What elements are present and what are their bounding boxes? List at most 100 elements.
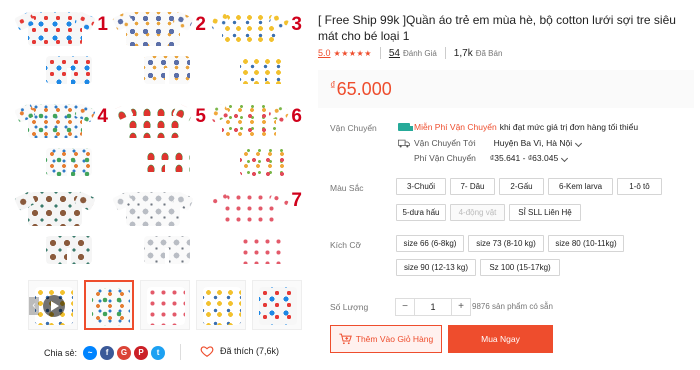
- color-option-dau[interactable]: 7- Dâu: [450, 178, 495, 195]
- rating-value[interactable]: 5.0: [318, 48, 331, 58]
- product-shirt: [126, 192, 180, 226]
- currency-symbol: ₫: [330, 80, 336, 92]
- quantity-label: Số Lượng: [330, 302, 369, 312]
- gallery-item-2: 2: [114, 4, 210, 92]
- ship-to-label: Vận Chuyển Tới: [414, 138, 476, 148]
- color-label: Màu Sắc: [330, 183, 364, 193]
- shipping-label: Vận Chuyển: [330, 123, 377, 133]
- gallery-item-4: 4: [16, 96, 112, 184]
- product-shorts: [46, 148, 92, 176]
- like-button[interactable]: Đã thích (7,6k): [200, 344, 279, 358]
- twitter-icon[interactable]: t: [151, 346, 166, 360]
- color-option-oto[interactable]: 1-ô tô: [617, 178, 662, 195]
- shipping-fee-row: Phí Vận Chuyển ₫35.641 - ₫63.045: [414, 153, 569, 163]
- product-shirt: [222, 12, 276, 46]
- variant-number: 1: [97, 14, 108, 35]
- play-icon: [43, 295, 65, 317]
- heart-icon: [200, 346, 214, 357]
- cart-icon: [339, 333, 352, 345]
- size-option-80[interactable]: size 80 (10-11kg): [548, 235, 624, 252]
- free-shipping-row: Miễn Phí Vận Chuyển khi đạt mức giá trị …: [398, 122, 638, 132]
- thumbnail-image: [203, 287, 241, 325]
- add-to-cart-label: Thêm Vào Giỏ Hàng: [355, 334, 434, 344]
- size-option-66[interactable]: size 66 (6-8kg): [396, 235, 464, 252]
- product-shorts: [46, 56, 92, 84]
- gallery-item-7: 7: [210, 184, 306, 272]
- thumbnail-3[interactable]: [196, 280, 246, 330]
- reviews-count[interactable]: 54: [389, 48, 400, 59]
- quantity-stepper: − 1 +: [395, 298, 471, 316]
- shipping-fee-label: Phí Vận Chuyển: [414, 153, 476, 163]
- facebook-icon[interactable]: f: [100, 346, 115, 360]
- thumbnail-2[interactable]: [140, 280, 190, 330]
- variant-number: 5: [195, 106, 206, 127]
- ship-to-location[interactable]: Huyện Ba Vì, Hà Nội: [493, 138, 583, 148]
- gallery-item-bear: [16, 184, 112, 272]
- color-option-dua-hau[interactable]: 5-dưa hấu: [396, 204, 446, 221]
- gallery-item-3: 3: [210, 4, 306, 92]
- product-shorts: [240, 236, 286, 264]
- quantity-decrease-button[interactable]: −: [396, 299, 414, 315]
- variant-number: 2: [195, 14, 206, 35]
- product-shorts: [144, 148, 190, 176]
- thumbnail-4[interactable]: [252, 280, 302, 330]
- product-shorts: [46, 236, 92, 264]
- truck-icon: [398, 139, 410, 148]
- shipping-fee-value: ₫35.641 - ₫63.045: [489, 153, 559, 163]
- product-shorts: [240, 148, 286, 176]
- size-label: Kích Cỡ: [330, 240, 362, 250]
- gallery-item-sheep: [114, 184, 210, 272]
- share-row: Chia sẻ: ~ f G P t: [44, 346, 166, 360]
- quantity-input[interactable]: 1: [414, 299, 452, 315]
- size-option-100[interactable]: Sz 100 (15-17kg): [480, 259, 560, 276]
- gallery-item-5: 5: [114, 96, 210, 184]
- thumbnail-image: [259, 287, 297, 325]
- add-to-cart-button[interactable]: Thêm Vào Giỏ Hàng: [330, 325, 442, 353]
- reviews-label: Đánh Giá: [403, 48, 437, 58]
- price-value: 65.000: [336, 79, 392, 99]
- chevron-down-icon: [575, 139, 583, 148]
- product-title: [ Free Ship 99k ]Quần áo trẻ em mùa hè, …: [318, 13, 676, 43]
- product-shirt: [28, 192, 82, 226]
- rating-stars-icon: ★★★★★: [333, 48, 372, 58]
- gallery-item-1: 1: [16, 4, 112, 92]
- ship-to-value: Huyện Ba Vì, Hà Nội: [493, 138, 573, 148]
- free-shipping-icon: [398, 123, 413, 131]
- color-option-chuoi[interactable]: 3-Chuối: [396, 178, 446, 195]
- chevron-down-icon: [561, 154, 569, 163]
- quantity-increase-button[interactable]: +: [452, 299, 470, 315]
- google-plus-icon[interactable]: G: [117, 346, 132, 360]
- variant-number: 4: [97, 106, 108, 127]
- color-option-si-sll[interactable]: SỈ SLL Liên Hệ: [509, 204, 581, 221]
- variant-number: 7: [291, 190, 302, 211]
- color-option-kem-larva[interactable]: 6-Kem larva: [548, 178, 613, 195]
- product-shorts: [240, 56, 286, 84]
- thumbnail-video[interactable]: ‹: [28, 280, 78, 330]
- product-shorts: [144, 56, 190, 84]
- messenger-icon[interactable]: ~: [83, 346, 98, 360]
- size-option-73[interactable]: size 73 (8-10 kg): [468, 235, 544, 252]
- sold-label: Đã Bán: [475, 48, 503, 58]
- like-count: Đã thích (7,6k): [220, 346, 280, 356]
- shipping-fee-dropdown[interactable]: ₫35.641 - ₫63.045: [489, 153, 569, 163]
- divider: [379, 47, 381, 59]
- product-shirt: [126, 104, 180, 138]
- product-shirt: [126, 12, 180, 46]
- thumbnail-image: [92, 288, 130, 326]
- product-price: ₫65.000: [330, 79, 392, 100]
- buy-now-button[interactable]: Mua Ngay: [448, 325, 553, 353]
- product-shorts: [144, 236, 190, 264]
- chevron-left-icon[interactable]: ‹: [29, 297, 39, 315]
- size-option-90[interactable]: size 90 (12-13 kg): [396, 259, 476, 276]
- thumbnail-1[interactable]: [84, 280, 134, 330]
- gallery-item-6: 6: [210, 96, 306, 184]
- buy-now-label: Mua Ngay: [481, 334, 520, 344]
- product-shirt: [28, 104, 82, 138]
- color-option-gau[interactable]: 2-Gấu: [499, 178, 544, 195]
- product-image-grid[interactable]: 1 2 3 4 5 6 7: [16, 4, 306, 272]
- divider: [444, 47, 446, 59]
- product-meta: 5.0 ★★★★★ 54 Đánh Giá 1,7k Đã Bán: [318, 47, 502, 59]
- sold-count: 1,7k: [453, 47, 473, 59]
- free-shipping-condition: khi đạt mức giá trị đơn hàng tối thiểu: [499, 122, 639, 132]
- pinterest-icon[interactable]: P: [134, 346, 149, 360]
